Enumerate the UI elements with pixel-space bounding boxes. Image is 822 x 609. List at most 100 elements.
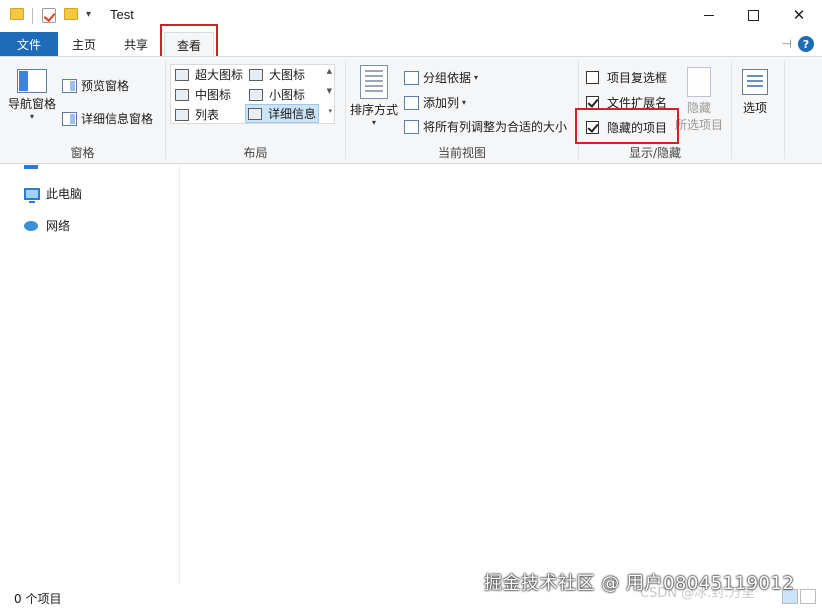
chevron-down-icon: ▾	[474, 73, 479, 82]
hide-selected-items-button[interactable]: 隐藏 所选项目	[675, 67, 723, 133]
hide-selected-label-line2: 所选项目	[675, 118, 724, 132]
group-by-button[interactable]: 分组依据 ▾	[404, 69, 478, 86]
layout-item-label: 详细信息	[268, 107, 317, 121]
add-columns-label: 添加列	[423, 96, 460, 110]
options-icon	[742, 69, 768, 95]
tab-home[interactable]: 主页	[58, 32, 110, 56]
title-bar: ▾ Test ✕	[0, 0, 822, 32]
group-label-current-view: 当前视图	[437, 146, 486, 160]
layout-item-label: 列表	[195, 108, 220, 122]
group-show-hide: 项目复选框 文件扩展名 隐藏的项目 隐藏 所选项目 显示/隐藏	[579, 57, 731, 164]
hidden-items-label: 隐藏的项目	[607, 121, 668, 135]
group-current-view: 排序方式 ▾ 分组依据 ▾ 添加列 ▾ 将所有列调整为合适的大小 当前视图	[346, 57, 578, 164]
size-all-columns-label: 将所有列调整为合适的大小	[423, 120, 568, 134]
customize-quick-access-dropdown[interactable]: ▾	[86, 9, 91, 20]
preview-pane-button[interactable]: 预览窗格	[62, 77, 129, 94]
hidden-items-checkbox[interactable]	[586, 121, 599, 134]
layout-large-icons[interactable]: 大图标	[247, 65, 305, 84]
group-label-layout: 布局	[243, 146, 268, 160]
medium-icons-icon	[175, 88, 189, 101]
scroll-up-icon[interactable]: ▲	[327, 67, 332, 75]
expand-gallery-icon[interactable]: ▾	[328, 107, 332, 115]
size-all-columns-button[interactable]: 将所有列调整为合适的大小	[404, 118, 567, 135]
large-icons-icon	[249, 68, 263, 81]
minimize-button[interactable]	[686, 0, 732, 30]
item-checkboxes-label: 项目复选框	[607, 71, 668, 85]
maximize-button[interactable]	[730, 0, 776, 30]
preview-pane-label: 预览窗格	[81, 79, 130, 93]
item-count: 0 个项目	[14, 592, 62, 606]
file-extensions-label: 文件扩展名	[607, 96, 668, 110]
item-checkboxes-toggle[interactable]: 项目复选框	[586, 69, 667, 86]
sort-by-icon	[360, 65, 388, 99]
computer-icon	[24, 187, 40, 203]
window-title: Test	[110, 7, 134, 22]
details-pane-label: 详细信息窗格	[81, 112, 154, 126]
close-button[interactable]: ✕	[776, 0, 822, 30]
details-icon	[248, 107, 262, 120]
properties-icon[interactable]	[42, 8, 56, 23]
folder-icon	[10, 8, 24, 20]
group-divider	[784, 61, 785, 159]
sort-by-button[interactable]: 排序方式 ▾	[350, 65, 398, 127]
navigation-pane-button[interactable]: 导航窗格 ▾	[8, 69, 56, 121]
navigation-pane-icon	[17, 69, 47, 93]
nav-item-this-pc[interactable]: 此电脑	[24, 185, 82, 203]
navigation-pane-label: 导航窗格	[8, 97, 57, 111]
scroll-down-icon[interactable]: ▼	[327, 87, 332, 95]
hide-selected-label-line1: 隐藏	[687, 101, 712, 115]
nav-item-label: 网络	[46, 219, 71, 233]
sort-by-label: 排序方式	[350, 103, 399, 117]
layout-small-icons[interactable]: 小图标	[247, 85, 305, 104]
group-label-show-hide: 显示/隐藏	[628, 146, 682, 160]
details-pane-icon	[62, 111, 77, 126]
layout-gallery: 超大图标 大图标 中图标 小图标 列表 详细信息 ▲ ▼ ▾	[170, 64, 335, 124]
nav-item-network[interactable]: 网络	[24, 217, 70, 234]
group-by-label: 分组依据	[423, 71, 472, 85]
layout-item-label: 中图标	[195, 88, 232, 102]
layout-medium-icons[interactable]: 中图标	[173, 85, 231, 104]
group-by-icon	[404, 70, 419, 85]
hide-selected-icon	[687, 67, 711, 97]
layout-item-label: 超大图标	[195, 68, 244, 82]
item-checkboxes-checkbox[interactable]	[586, 71, 599, 84]
file-extensions-checkbox[interactable]	[586, 96, 599, 109]
layout-details[interactable]: 详细信息	[245, 104, 319, 123]
pin-ribbon-icon[interactable]: ⊣	[782, 37, 792, 51]
size-columns-icon	[404, 119, 419, 134]
tab-view[interactable]: 查看	[164, 32, 214, 57]
hidden-items-toggle[interactable]: 隐藏的项目	[586, 119, 667, 136]
chevron-down-icon: ▾	[30, 112, 35, 121]
chevron-down-icon: ▾	[462, 98, 467, 107]
network-icon	[24, 219, 40, 233]
layout-item-label: 小图标	[269, 88, 306, 102]
details-pane-button[interactable]: 详细信息窗格	[62, 110, 153, 127]
add-columns-icon	[404, 95, 419, 110]
small-icons-icon	[249, 88, 263, 101]
layout-extra-large-icons[interactable]: 超大图标	[173, 65, 243, 84]
group-label-panes: 窗格	[70, 146, 95, 160]
ribbon: 导航窗格 ▾ 预览窗格 详细信息窗格 窗格 布局 超大图标 大图标 中图标 小图…	[0, 56, 822, 164]
toolbar-divider	[32, 8, 33, 24]
file-extensions-toggle[interactable]: 文件扩展名	[586, 94, 667, 111]
layout-list[interactable]: 列表	[173, 105, 219, 124]
tab-share[interactable]: 共享	[110, 32, 162, 56]
list-icon	[175, 108, 189, 121]
navigation-pane: 此电脑 网络	[0, 165, 180, 585]
tab-file[interactable]: 文件	[0, 32, 58, 56]
options-label: 选项	[742, 101, 767, 115]
options-button[interactable]: 选项	[742, 69, 768, 116]
watermark: 掘金技术社区 @ 用户08045119012	[484, 573, 795, 594]
preview-pane-icon	[62, 78, 77, 93]
layout-item-label: 大图标	[269, 68, 306, 82]
help-icon[interactable]: ?	[798, 36, 814, 52]
group-panes: 导航窗格 ▾ 预览窗格 详细信息窗格 窗格	[0, 57, 165, 164]
add-columns-button[interactable]: 添加列 ▾	[404, 94, 466, 111]
large-icons-view-button[interactable]	[800, 589, 816, 604]
file-list-area[interactable]	[181, 165, 822, 585]
extra-large-icons-icon	[175, 68, 189, 81]
group-options: 选项	[732, 57, 784, 164]
new-folder-icon[interactable]	[64, 8, 78, 20]
ribbon-tabs: 文件 主页 共享 查看 ⊣ ?	[0, 32, 822, 57]
chevron-down-icon: ▾	[372, 118, 377, 127]
